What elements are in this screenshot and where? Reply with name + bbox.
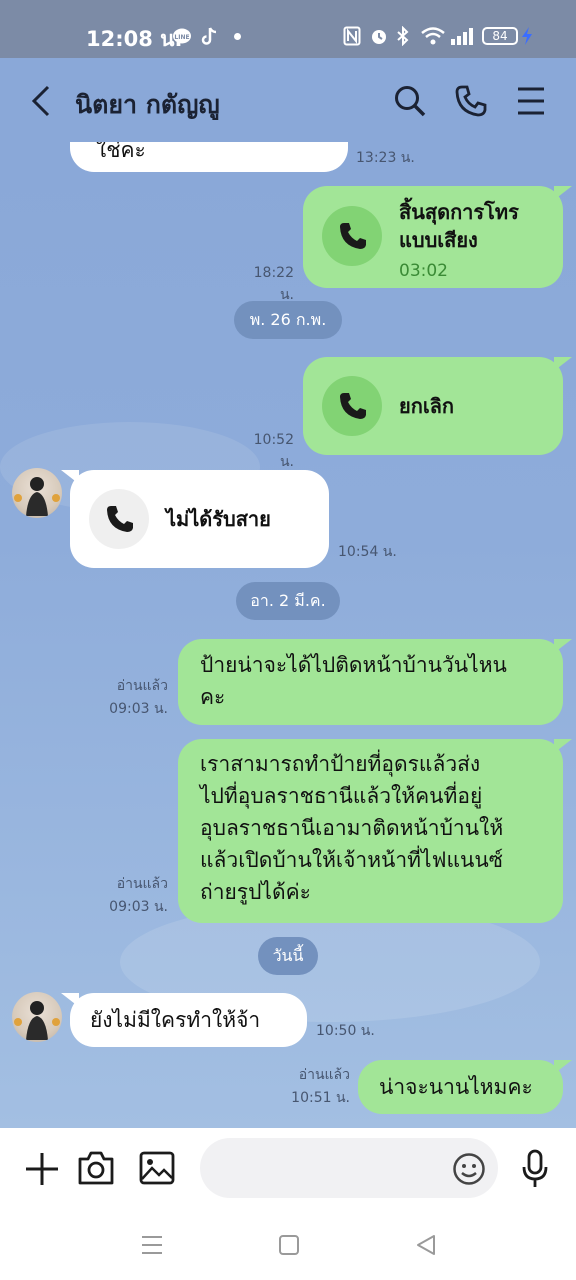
home-icon[interactable] xyxy=(278,1234,300,1256)
wifi-icon xyxy=(421,27,445,45)
message-time: 09:03 น. xyxy=(109,701,168,717)
message-bubble-outgoing-call[interactable]: สิ้นสุดการโทร แบบเสียง 03:02 xyxy=(303,186,572,288)
back-nav-icon[interactable] xyxy=(414,1233,438,1257)
date-separator: วันนี้ xyxy=(258,937,318,975)
message-bubble-incoming[interactable]: ยังไม่มีใครทำให้จ้า xyxy=(61,993,307,1047)
date-separator: อา. 2 มี.ค. xyxy=(236,582,340,620)
alarm-icon xyxy=(372,30,386,44)
message-time: 10:52 น. xyxy=(253,432,294,470)
emoji-icon[interactable] xyxy=(452,1152,486,1186)
message-text: ใช่คะ xyxy=(96,142,146,162)
message-time: 13:23 น. xyxy=(356,150,415,166)
chat-area[interactable]: ใช่คะ 13:23 น. สิ้นสุดการโทร แบบเสียง 03… xyxy=(0,142,576,1128)
message-bubble-outgoing[interactable]: เราสามารถทำป้ายที่อุดรแล้วส่ง ไปที่อุบลร… xyxy=(178,739,572,923)
message-line: แล้วเปิดบ้านให้เจ้าหน้าที่ไฟแนนซ์ xyxy=(200,848,503,872)
message-text: น่าจะนานไหมคะ xyxy=(379,1075,533,1099)
phone-icon xyxy=(340,393,366,419)
message-line: อุบลราชธานีเอามาติดหน้าบ้านให้ xyxy=(200,816,504,840)
message-bubble-incoming[interactable]: ใช่คะ xyxy=(70,142,348,172)
call-icon-circle xyxy=(89,489,149,549)
recent-apps-icon[interactable] xyxy=(140,1234,164,1256)
image-icon[interactable] xyxy=(139,1151,175,1185)
signal-icon xyxy=(451,28,473,45)
message-bubble-outgoing[interactable]: ป้ายน่าจะได้ไปติดหน้าบ้านวันไหน คะ xyxy=(178,639,572,725)
avatar-photo xyxy=(14,477,60,516)
message-line: ถ่ายรูปได้ค่ะ xyxy=(200,880,311,904)
avatar[interactable] xyxy=(12,992,62,1042)
message-line: คะ xyxy=(200,685,226,709)
message-line: ไปที่อุบลราชธานีแล้วให้คนที่อยู่ xyxy=(200,784,483,808)
status-time: 12:08 น. xyxy=(86,27,183,51)
phone-icon xyxy=(107,506,133,532)
menu-icon[interactable] xyxy=(516,86,546,116)
nfc-icon xyxy=(343,26,361,46)
avatar[interactable] xyxy=(12,468,62,518)
battery-icon: 84 xyxy=(482,27,518,45)
read-receipt: อ่านแล้ว xyxy=(298,1067,350,1083)
message-bubble-outgoing[interactable]: น่าจะนานไหมคะ xyxy=(358,1060,572,1114)
read-receipt: อ่านแล้ว xyxy=(116,678,168,694)
message-bubble-incoming-call[interactable]: ไม่ได้รับสาย xyxy=(61,470,329,568)
microphone-icon[interactable] xyxy=(520,1149,550,1189)
status-bar: 12:08 น. LINE 84 xyxy=(0,0,576,58)
call-status-title: ไม่ได้รับสาย xyxy=(166,507,271,531)
message-bubble-outgoing-call[interactable]: ยกเลิก xyxy=(303,357,572,455)
bluetooth-icon xyxy=(397,26,409,46)
call-icon-circle xyxy=(322,376,382,436)
line-app-icon: LINE xyxy=(173,28,191,44)
tiktok-icon xyxy=(201,27,217,45)
message-time: 10:51 น. xyxy=(291,1090,350,1106)
call-status-title: ยกเลิก xyxy=(399,394,455,418)
message-line: ป้ายน่าจะได้ไปติดหน้าบ้านวันไหน xyxy=(200,653,507,677)
back-icon[interactable] xyxy=(28,84,54,118)
message-text: ยังไม่มีใครทำให้จ้า xyxy=(90,1008,261,1032)
phone-icon xyxy=(340,223,366,249)
call-icon-circle xyxy=(322,206,382,266)
battery-level: 84 xyxy=(492,29,508,43)
call-status-title: สิ้นสุดการโทร แบบเสียง xyxy=(399,200,519,252)
message-time: 10:50 น. xyxy=(316,1023,375,1039)
charging-icon xyxy=(522,27,532,45)
plus-icon[interactable] xyxy=(24,1151,60,1187)
message-line: เราสามารถทำป้ายที่อุดรแล้วส่ง xyxy=(200,752,481,776)
camera-icon[interactable] xyxy=(77,1150,115,1186)
phone-icon[interactable] xyxy=(454,84,488,118)
notification-dot-icon xyxy=(234,33,241,40)
search-icon[interactable] xyxy=(393,84,427,118)
call-duration: 03:02 xyxy=(399,261,448,281)
message-time: 18:22 น. xyxy=(253,265,294,303)
date-separator: พ. 26 ก.พ. xyxy=(234,301,342,339)
read-receipt: อ่านแล้ว xyxy=(116,876,168,892)
avatar-photo xyxy=(14,1001,60,1040)
message-time: 09:03 น. xyxy=(109,899,168,915)
contact-name[interactable]: นิตยา กตัญญู xyxy=(75,85,220,125)
message-time: 10:54 น. xyxy=(338,544,397,560)
svg-text:LINE: LINE xyxy=(174,34,189,41)
